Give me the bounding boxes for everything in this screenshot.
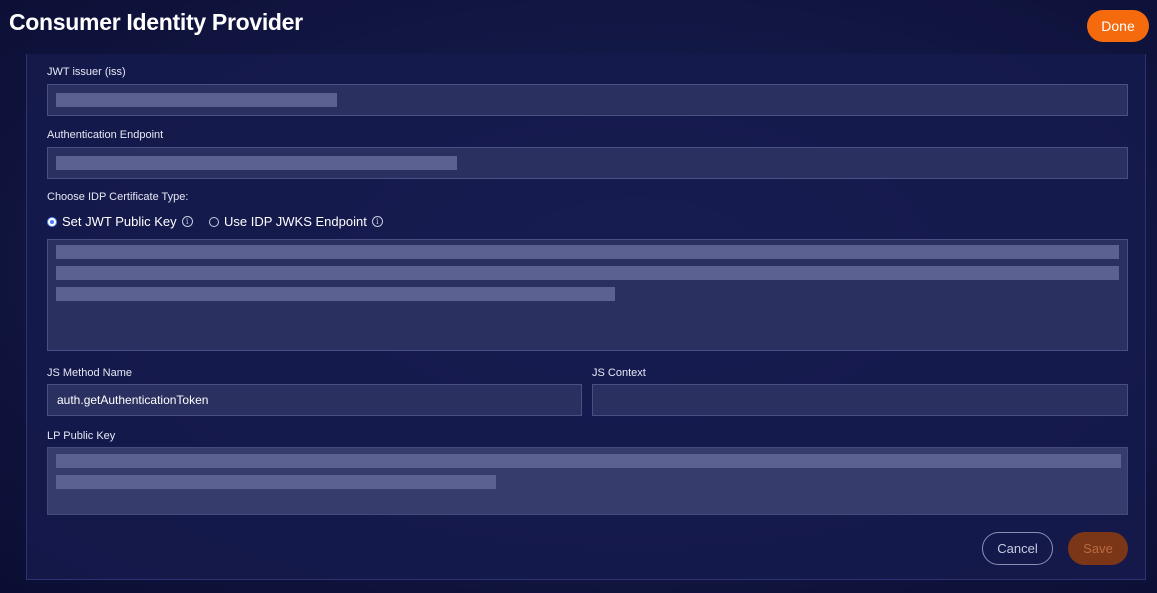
redacted-value	[56, 287, 615, 301]
js-method-label: JS Method Name	[47, 367, 132, 379]
info-icon[interactable]: i	[181, 216, 193, 227]
redacted-value	[56, 454, 1121, 468]
radio-label: Use IDP JWKS Endpoint	[224, 214, 367, 229]
page-title: Consumer Identity Provider	[9, 9, 303, 35]
js-context-label: JS Context	[592, 367, 646, 379]
radio-option-jwt-public-key[interactable]: Set JWT Public Key i	[47, 214, 193, 229]
radio-option-jwks-endpoint[interactable]: Use IDP JWKS Endpoint i	[209, 214, 383, 229]
redacted-value	[56, 156, 457, 170]
auth-endpoint-input[interactable]	[47, 147, 1128, 179]
save-button[interactable]: Save	[1068, 532, 1128, 565]
redacted-value	[56, 245, 1119, 259]
radio-label: Set JWT Public Key	[62, 214, 177, 229]
page: Consumer Identity Provider Done JWT issu…	[0, 0, 1157, 593]
js-method-input[interactable]: auth.getAuthenticationToken	[47, 384, 582, 416]
cert-type-label: Choose IDP Certificate Type:	[47, 191, 189, 203]
jwt-issuer-label: JWT issuer (iss)	[47, 66, 126, 78]
done-button[interactable]: Done	[1087, 10, 1149, 42]
js-method-value: auth.getAuthenticationToken	[57, 393, 209, 407]
info-icon[interactable]: i	[371, 216, 383, 227]
lp-public-key-label: LP Public Key	[47, 430, 116, 442]
lp-public-key-field	[47, 447, 1128, 515]
redacted-value	[56, 475, 496, 489]
header-bar: Consumer Identity Provider Done	[0, 0, 1157, 54]
auth-endpoint-label: Authentication Endpoint	[47, 129, 164, 141]
redacted-value	[56, 266, 1119, 280]
radio-selected-icon[interactable]	[47, 216, 57, 227]
jwt-issuer-input[interactable]	[47, 84, 1128, 116]
redacted-value	[56, 93, 337, 107]
jwt-public-key-textarea[interactable]	[47, 239, 1128, 351]
radio-unselected-icon[interactable]	[209, 216, 219, 227]
cancel-button[interactable]: Cancel	[982, 532, 1053, 565]
js-context-input[interactable]	[592, 384, 1128, 416]
